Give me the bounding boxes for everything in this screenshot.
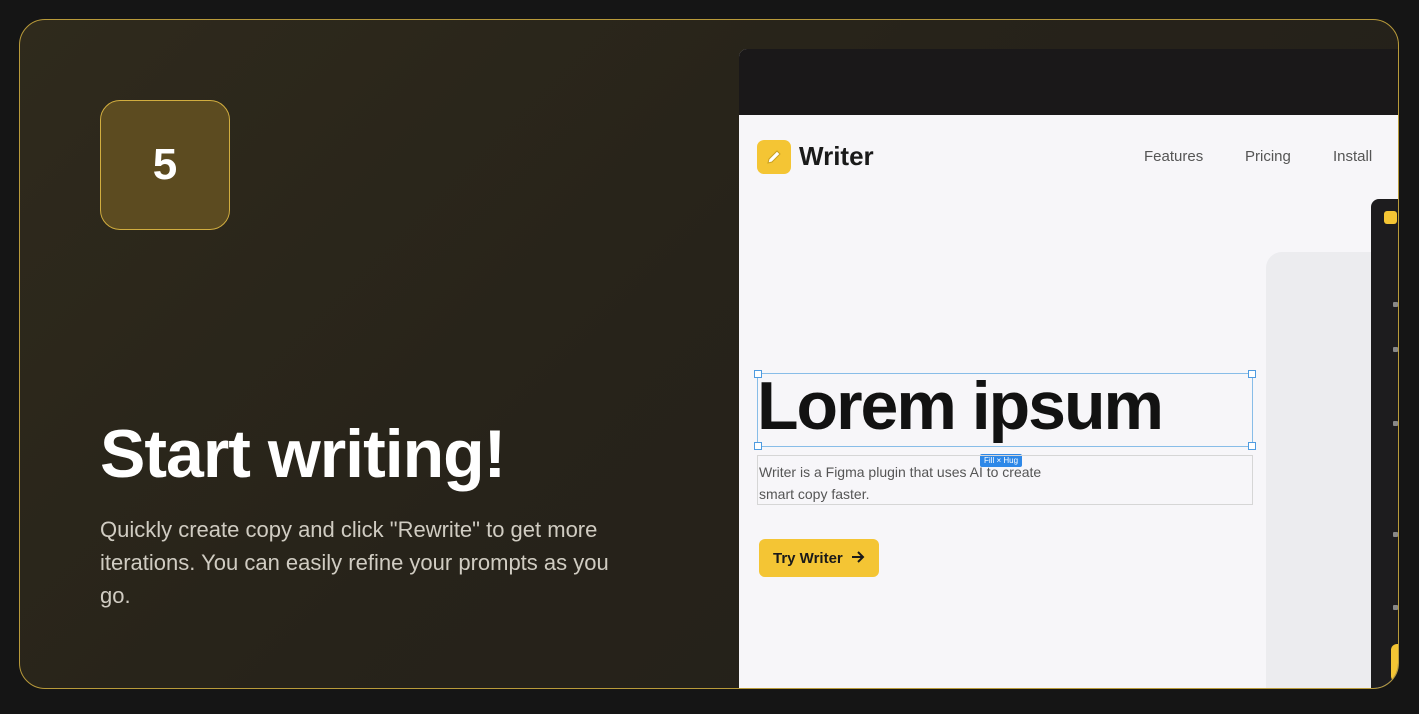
step-number: 5 [152, 140, 178, 189]
feature-card: 5 Start writing! Quickly create copy and… [19, 19, 1399, 689]
panel-tick [1393, 302, 1398, 307]
preview-screenshot: Writer Features Pricing Install Lorem ip… [739, 49, 1398, 688]
plugin-panel [1371, 199, 1398, 688]
card-title: Start writing! [100, 416, 506, 492]
try-writer-button[interactable]: Try Writer [759, 539, 879, 577]
preview-top-bar [739, 49, 1398, 115]
panel-tick [1393, 347, 1398, 352]
nav-pricing[interactable]: Pricing [1245, 148, 1291, 165]
selection-handle [1248, 442, 1256, 450]
hero-subtext: Writer is a Figma plugin that uses AI to… [759, 464, 1042, 502]
plugin-logo-icon [1384, 211, 1397, 224]
try-writer-label: Try Writer [773, 549, 843, 567]
card-description: Quickly create copy and click "Rewrite" … [100, 517, 609, 608]
brand-name: Writer [799, 141, 874, 171]
step-badge: 5 [100, 100, 230, 230]
panel-tick [1393, 605, 1398, 610]
arrow-right-icon [851, 550, 865, 567]
hero-headline: Lorem ipsum [757, 368, 1164, 444]
nav-features[interactable]: Features [1144, 148, 1203, 165]
pencil-icon [757, 140, 791, 174]
panel-tick [1393, 421, 1398, 426]
nav-install[interactable]: Install [1333, 148, 1372, 165]
plugin-action-button [1391, 644, 1398, 682]
selection-handle [1248, 370, 1256, 378]
panel-tick [1393, 532, 1398, 537]
